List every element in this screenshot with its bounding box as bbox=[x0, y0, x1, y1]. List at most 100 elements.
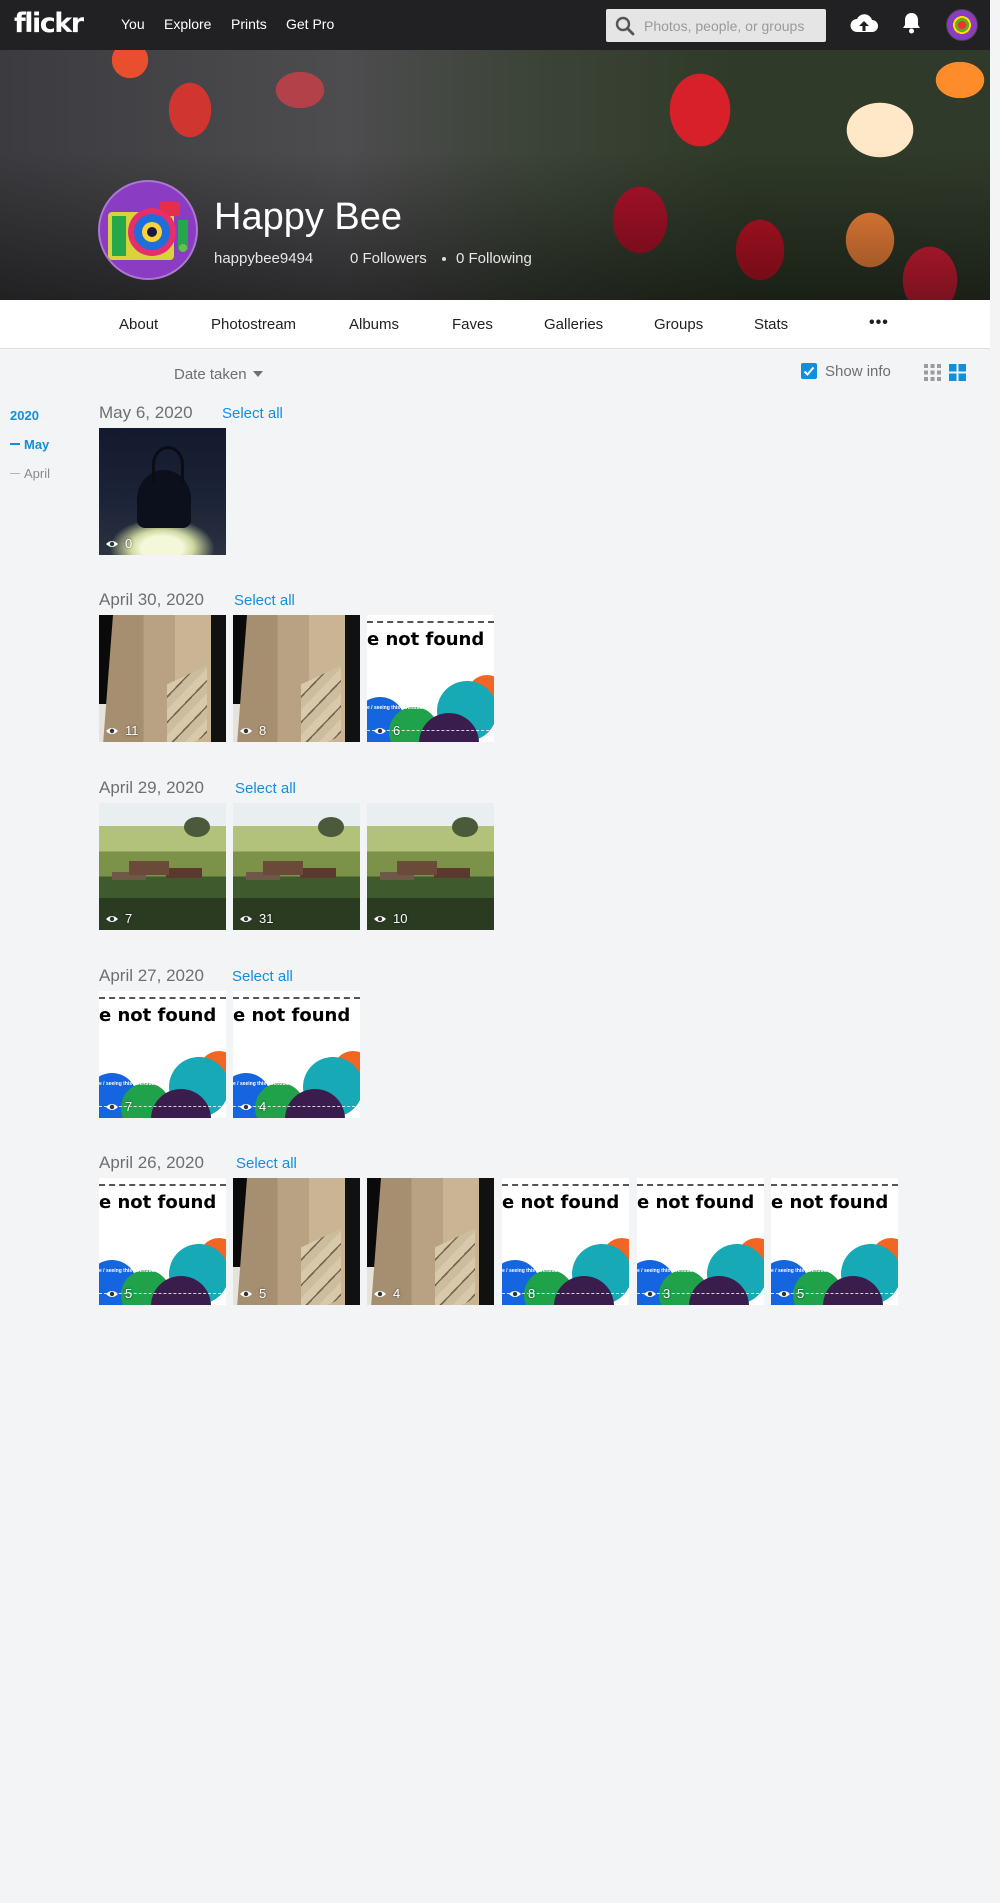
nav-get-pro[interactable]: Get Pro bbox=[286, 16, 334, 32]
timeline-marker bbox=[10, 473, 20, 474]
upload-icon[interactable] bbox=[849, 12, 879, 34]
tab-albums[interactable]: Albums bbox=[349, 316, 399, 333]
placeholder-border bbox=[502, 1184, 629, 1186]
view-count: 5 bbox=[239, 1286, 266, 1301]
eye-icon bbox=[239, 1289, 253, 1299]
photo-thumbnail[interactable]: e not found e / seeing this? ifi.nt/bd 7 bbox=[99, 991, 226, 1118]
bell-icon[interactable] bbox=[902, 12, 921, 34]
view-count-number: 7 bbox=[125, 1099, 133, 1114]
tab-about[interactable]: About bbox=[119, 316, 158, 333]
view-count: 7 bbox=[105, 911, 132, 926]
camera-illustration-icon bbox=[108, 202, 188, 260]
more-menu-button[interactable]: ••• bbox=[869, 314, 889, 332]
tab-galleries[interactable]: Galleries bbox=[544, 316, 603, 333]
nav-you[interactable]: You bbox=[121, 16, 145, 32]
eye-icon bbox=[105, 539, 119, 549]
search-icon[interactable] bbox=[615, 16, 635, 36]
profile-subnav: About Photostream Albums Faves Galleries… bbox=[0, 300, 990, 349]
view-count-number: 5 bbox=[125, 1286, 133, 1301]
view-count: 3 bbox=[643, 1286, 670, 1301]
search-input[interactable] bbox=[644, 9, 822, 42]
flickr-logo[interactable]: flickr bbox=[14, 8, 84, 39]
photo-thumbnail[interactable]: e not found e / seeing this? ifi.nt/bd 8 bbox=[502, 1178, 629, 1305]
placeholder-headline: e not found bbox=[367, 629, 485, 650]
account-avatar[interactable] bbox=[946, 9, 978, 41]
sort-label: Date taken bbox=[174, 366, 247, 383]
placeholder-border bbox=[637, 1184, 764, 1186]
checkmark-icon bbox=[803, 366, 815, 376]
view-count: 6 bbox=[373, 723, 400, 738]
date-group-title: April 29, 2020 bbox=[99, 778, 204, 797]
eye-icon bbox=[508, 1289, 522, 1299]
placeholder-headline: e not found bbox=[233, 1005, 351, 1026]
date-group-title: April 26, 2020 bbox=[99, 1153, 204, 1172]
tab-faves[interactable]: Faves bbox=[452, 316, 493, 333]
placeholder-headline: e not found bbox=[637, 1192, 755, 1213]
show-info-label[interactable]: Show info bbox=[825, 363, 891, 380]
view-count: 7 bbox=[105, 1099, 132, 1114]
photo-thumbnail[interactable]: e not found e / seeing this? ifi.nt/bd 6 bbox=[367, 615, 494, 742]
view-count-number: 31 bbox=[259, 911, 274, 926]
placeholder-border bbox=[771, 1184, 898, 1186]
view-count-number: 5 bbox=[797, 1286, 805, 1301]
top-navigation: flickr You Explore Prints Get Pro bbox=[0, 0, 990, 50]
select-all-link[interactable]: Select all bbox=[232, 968, 293, 985]
select-all-link[interactable]: Select all bbox=[236, 1155, 297, 1172]
photo-thumbnail[interactable]: e not found e / seeing this? ifi.nt/bd 4 bbox=[233, 991, 360, 1118]
eye-icon bbox=[777, 1289, 791, 1299]
placeholder-caption: e / seeing this? ifi.nt/bd bbox=[367, 705, 423, 711]
view-count-number: 6 bbox=[393, 723, 401, 738]
tab-photostream[interactable]: Photostream bbox=[211, 316, 296, 333]
placeholder-caption: e / seeing this? ifi.nt/bd bbox=[771, 1268, 827, 1274]
date-group-title: April 30, 2020 bbox=[99, 590, 204, 609]
timeline-month-label: April bbox=[24, 466, 51, 481]
photo-thumbnail[interactable]: 7 bbox=[99, 803, 226, 930]
photo-thumbnail[interactable]: e not found e / seeing this? ifi.nt/bd 3 bbox=[637, 1178, 764, 1305]
timeline-month-april[interactable]: April bbox=[10, 466, 50, 481]
view-count: 4 bbox=[239, 1099, 266, 1114]
eye-icon bbox=[643, 1289, 657, 1299]
view-count: 31 bbox=[239, 911, 273, 926]
timeline-month-label: May bbox=[24, 437, 50, 452]
view-count-number: 0 bbox=[125, 536, 133, 551]
timeline-month-may[interactable]: May bbox=[10, 437, 49, 452]
view-count: 8 bbox=[508, 1286, 535, 1301]
sort-dropdown[interactable]: Date taken bbox=[174, 366, 263, 383]
view-count: 8 bbox=[239, 723, 266, 738]
separator-dot bbox=[442, 257, 446, 261]
eye-icon bbox=[239, 1102, 253, 1112]
grid-view-icon[interactable] bbox=[924, 364, 941, 381]
photo-thumbnail[interactable]: 11 bbox=[99, 615, 226, 742]
placeholder-headline: e not found bbox=[99, 1005, 217, 1026]
tab-groups[interactable]: Groups bbox=[654, 316, 703, 333]
date-group-title: May 6, 2020 bbox=[99, 403, 193, 422]
nav-explore[interactable]: Explore bbox=[164, 16, 211, 32]
photo-thumbnail[interactable]: 10 bbox=[367, 803, 494, 930]
select-all-link[interactable]: Select all bbox=[234, 592, 295, 609]
tab-stats[interactable]: Stats bbox=[754, 316, 788, 333]
eye-icon bbox=[373, 726, 387, 736]
view-count-number: 5 bbox=[259, 1286, 267, 1301]
view-count: 5 bbox=[105, 1286, 132, 1301]
nav-prints[interactable]: Prints bbox=[231, 16, 267, 32]
followers-link[interactable]: 0 Followers bbox=[350, 250, 427, 267]
photo-thumbnail[interactable]: e not found e / seeing this? ifi.nt/bd 5 bbox=[99, 1178, 226, 1305]
eye-icon bbox=[373, 1289, 387, 1299]
photo-thumbnail[interactable]: 4 bbox=[367, 1178, 494, 1305]
timeline-year[interactable]: 2020 bbox=[10, 408, 39, 423]
select-all-link[interactable]: Select all bbox=[235, 780, 296, 797]
photo-thumbnail[interactable]: 8 bbox=[233, 615, 360, 742]
placeholder-border bbox=[99, 1184, 226, 1186]
justified-view-icon[interactable] bbox=[949, 364, 966, 381]
photo-thumbnail[interactable]: 31 bbox=[233, 803, 360, 930]
profile-name: Happy Bee bbox=[214, 196, 403, 238]
placeholder-caption: e / seeing this? ifi.nt/bd bbox=[637, 1268, 693, 1274]
select-all-link[interactable]: Select all bbox=[222, 405, 283, 422]
show-info-checkbox[interactable] bbox=[801, 363, 817, 379]
photo-thumbnail[interactable]: e not found e / seeing this? ifi.nt/bd 5 bbox=[771, 1178, 898, 1305]
photo-thumbnail[interactable]: 0 bbox=[99, 428, 226, 555]
photo-thumbnail[interactable]: 5 bbox=[233, 1178, 360, 1305]
profile-avatar[interactable] bbox=[98, 180, 198, 280]
view-count: 11 bbox=[105, 723, 139, 738]
following-link[interactable]: 0 Following bbox=[456, 250, 532, 267]
